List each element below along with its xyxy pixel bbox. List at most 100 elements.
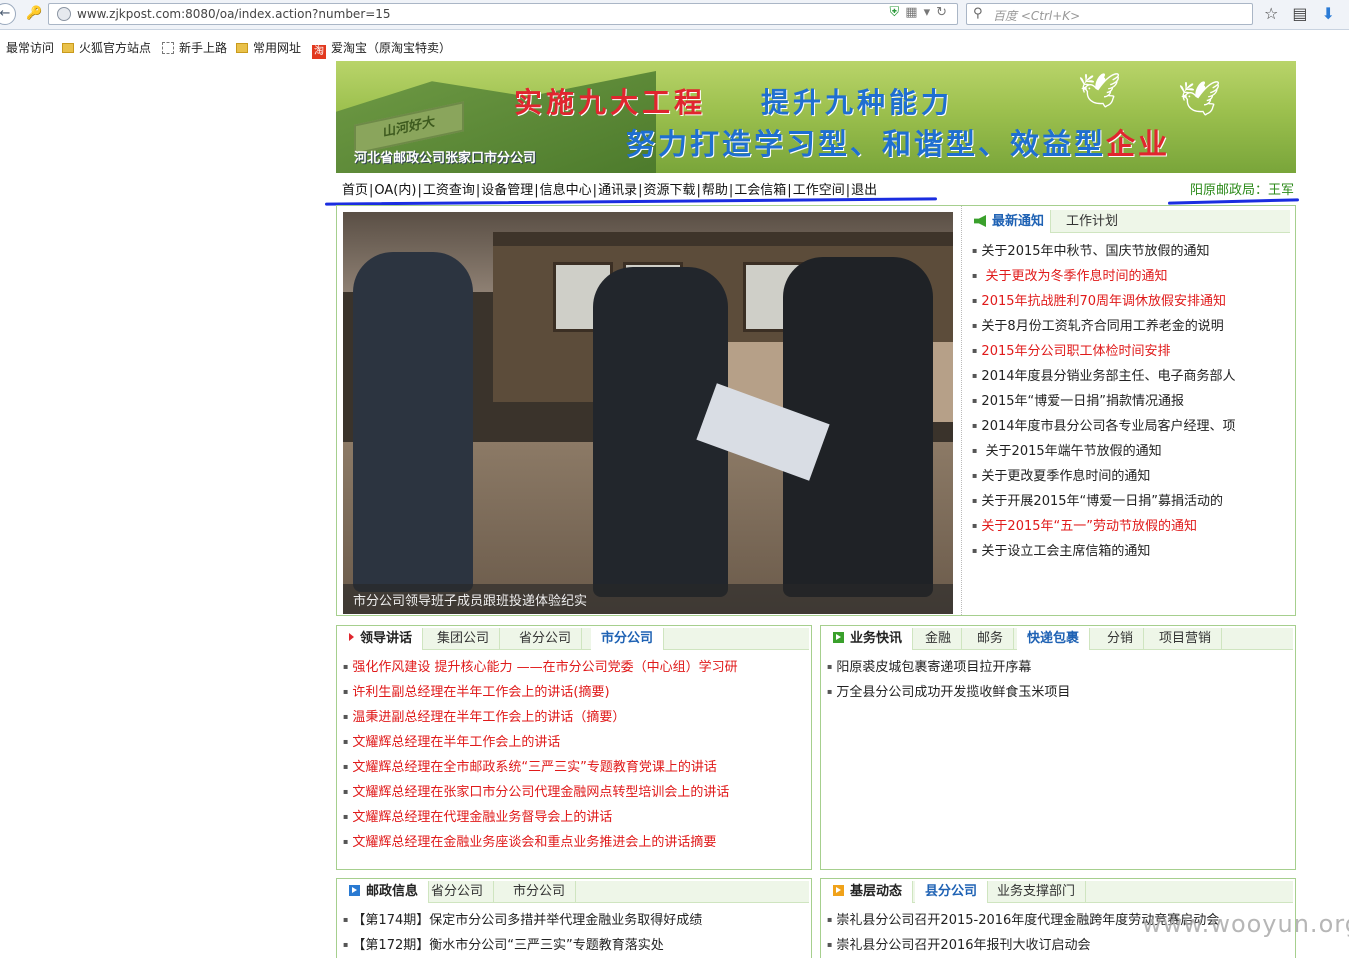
list-item[interactable]: 许利生副总经理在半年工作会上的讲话(摘要): [343, 681, 738, 706]
list-item[interactable]: 【第172期】衡水市分公司“三严三实”专题教育落实处: [343, 934, 702, 959]
tab-province-company[interactable]: 省分公司: [421, 881, 495, 903]
list-item[interactable]: 文耀辉总经理在半年工作会上的讲话: [343, 731, 738, 756]
play-icon: [833, 632, 844, 643]
shield-icon: ⛨: [889, 5, 906, 20]
postal-info-list: 【第174期】保定市分公司多措并举代理金融业务取得好成绩【第172期】衡水市分公…: [343, 909, 702, 959]
postal-info-box: 邮政信息 省分公司 市分公司 【第174期】保定市分公司多措并举代理金融业务取得…: [336, 878, 812, 958]
menu-items: 首页|OA(内)|工资查询|设备管理|信息中心|通讯录|资源下载|帮助|工会信箱…: [341, 179, 878, 198]
notice-item[interactable]: 关于2015年“五一”劳动节放假的通知: [972, 515, 1236, 540]
notice-item[interactable]: 2015年抗战胜利70周年调休放假安排通知: [972, 290, 1236, 315]
menu-item[interactable]: 工会信箱: [734, 183, 786, 198]
list-item[interactable]: 文耀辉总经理在代理金融业务督导会上的讲话: [343, 806, 738, 831]
leader-speech-box: 领导讲话 集团公司 省分公司 市分公司 强化作风建设 提升核心能力 ——在市分公…: [336, 625, 812, 870]
leader-speech-list: 强化作风建设 提升核心能力 ——在市分公司党委（中心组）学习研许利生副总经理在半…: [343, 656, 738, 856]
banner-slogan-1b: 提升九种能力: [761, 86, 954, 119]
notice-item[interactable]: 2015年分公司职工体检时间安排: [972, 340, 1236, 365]
list-item[interactable]: 阳原裘皮城包裹寄递项目拉开序幕: [827, 656, 1070, 681]
tab-postal-info[interactable]: 邮政信息: [339, 881, 430, 903]
tab-project-marketing[interactable]: 项目营销: [1149, 628, 1223, 650]
menu-separator: |: [696, 183, 701, 198]
reading-list-icon: ▤: [1292, 4, 1322, 23]
tab-work-plan[interactable]: 工作计划: [1060, 210, 1124, 233]
menu-item[interactable]: 工作空间: [793, 183, 845, 198]
address-bar[interactable]: www.zjkpost.com:8080/oa/index.action?num…: [48, 3, 958, 25]
search-icon: ⚲: [973, 6, 983, 21]
browser-toolbar: ← 🔑 www.zjkpost.com:8080/oa/index.action…: [0, 0, 1349, 30]
notice-item[interactable]: 关于2015年端午节放假的通知: [972, 440, 1236, 465]
notice-item[interactable]: 关于开展2015年“博爱一日捐”募捐活动的: [972, 490, 1236, 515]
tab-distribution[interactable]: 分销: [1097, 628, 1145, 650]
list-item[interactable]: 温秉进副总经理在半年工作会上的讲话（摘要）: [343, 706, 738, 731]
tab-province-company[interactable]: 省分公司: [509, 628, 583, 650]
tab-leader-speech[interactable]: 领导讲话: [339, 628, 424, 650]
list-item[interactable]: 【第174期】保定市分公司多措并举代理金融业务取得好成绩: [343, 909, 702, 934]
menu-item[interactable]: 首页: [342, 183, 368, 198]
list-item[interactable]: 文耀辉总经理在张家口市分公司代理金融网点转型培训会上的讲话: [343, 781, 738, 806]
bookmark-common-sites[interactable]: 常用网址: [236, 39, 301, 56]
url-text: www.zjkpost.com:8080/oa/index.action?num…: [77, 7, 391, 21]
tab-city-company[interactable]: 市分公司: [591, 628, 665, 650]
menu-separator: |: [534, 183, 539, 198]
menu-item[interactable]: 设备管理: [481, 183, 533, 198]
tab-grassroots[interactable]: 基层动态: [823, 881, 914, 903]
tab-latest-notices[interactable]: 最新通知: [968, 210, 1052, 233]
bookmark-getting-started[interactable]: 新手上路: [162, 39, 227, 56]
address-bar-icons[interactable]: ⛨▦▾↻: [890, 5, 954, 20]
notice-panel: 最新通知 工作计划 关于2015年中秋节、国庆节放假的通知 关于更改为冬季作息时…: [961, 206, 1295, 615]
tab-postal-service[interactable]: 邮务: [967, 628, 1015, 650]
notice-item[interactable]: 2014年度市县分公司各专业局客户经理、项: [972, 415, 1235, 440]
notice-item[interactable]: 关于2015年中秋节、国庆节放假的通知: [972, 240, 1236, 265]
search-placeholder: 百度 <Ctrl+K>: [993, 9, 1081, 23]
play-icon: [833, 885, 844, 896]
page-icon: [162, 42, 174, 54]
menu-item[interactable]: 信息中心: [540, 183, 592, 198]
back-button[interactable]: ←: [0, 3, 16, 25]
business-news-list: 阳原裘皮城包裹寄递项目拉开序幕万全县分公司成功开发揽收鲜食玉米项目: [827, 656, 1070, 706]
featured-photo[interactable]: 市分公司领导班子成员跟班投递体验纪实: [343, 212, 953, 614]
notice-item[interactable]: 2015年“博爱一日捐”捐款情况通报: [972, 390, 1236, 415]
search-box[interactable]: ⚲ 百度 <Ctrl+K>: [966, 3, 1253, 25]
bookmark-firefox-site[interactable]: 火狐官方站点: [62, 39, 151, 56]
globe-icon: [57, 7, 71, 21]
menu-item[interactable]: 资源下载: [643, 183, 695, 198]
list-item[interactable]: 文耀辉总经理在全市邮政系统“三严三实”专题教育党课上的讲话: [343, 756, 738, 781]
business-tabs: 业务快讯 金融 邮务 快递包裹 分销 项目营销: [823, 628, 1293, 650]
tab-county-company[interactable]: 县分公司: [915, 881, 989, 903]
list-item[interactable]: 万全县分公司成功开发揽收鲜食玉米项目: [827, 681, 1070, 706]
menu-separator: |: [369, 183, 374, 198]
triangle-icon: [349, 633, 354, 641]
bookmark-most-visited[interactable]: 最常访问: [6, 39, 54, 56]
menu-item[interactable]: 通讯录: [598, 183, 637, 198]
menu-item[interactable]: 退出: [851, 183, 877, 198]
photo-caption[interactable]: 市分公司领导班子成员跟班投递体验纪实: [343, 584, 953, 614]
star-icon: ☆: [1264, 4, 1293, 23]
menu-item[interactable]: OA(内): [374, 183, 416, 198]
bookmark-taobao[interactable]: 淘爱淘宝（原淘宝特卖）: [312, 39, 451, 59]
folder-icon: [236, 43, 248, 53]
current-user[interactable]: 阳原邮政局：王军: [1190, 179, 1294, 198]
tab-express-parcel[interactable]: 快递包裹: [1017, 628, 1091, 650]
list-item[interactable]: 强化作风建设 提升核心能力 ——在市分公司党委（中心组）学习研: [343, 656, 737, 681]
tab-finance[interactable]: 金融: [915, 628, 963, 650]
postal-tabs: 邮政信息 省分公司 市分公司: [339, 881, 809, 903]
notice-item[interactable]: 关于更改夏季作息时间的通知: [972, 465, 1236, 490]
menu-item[interactable]: 帮助: [702, 183, 728, 198]
tab-support-dept[interactable]: 业务支撑部门: [987, 881, 1087, 903]
notice-item[interactable]: 关于设立工会主席信箱的通知: [972, 540, 1236, 565]
menu-item[interactable]: 工资查询: [423, 183, 475, 198]
watermark: www.wooyun.org: [1142, 910, 1349, 938]
notice-item[interactable]: 2014年度县分销业务部主任、电子商务部人: [972, 365, 1235, 390]
notice-tabs: 最新通知 工作计划: [968, 210, 1290, 233]
notice-item[interactable]: 关于8月份工资轧齐合同用工养老金的说明: [972, 315, 1236, 340]
notice-item[interactable]: 关于更改为冬季作息时间的通知: [972, 265, 1236, 290]
company-name: 河北省邮政公司张家口市分公司: [354, 151, 537, 166]
key-icon: 🔑: [26, 6, 43, 21]
list-item[interactable]: 文耀辉总经理在金融业务座谈会和重点业务推进会上的讲话摘要: [343, 831, 738, 856]
menu-separator: |: [592, 183, 598, 198]
tab-business-news[interactable]: 业务快讯: [823, 628, 914, 650]
dove-icon: 🕊: [1078, 71, 1122, 111]
tab-city-company[interactable]: 市分公司: [503, 881, 577, 903]
toolbar-icons[interactable]: ☆▤⬇: [1264, 4, 1349, 23]
banner-slogan-1a: 实施九大工程: [514, 86, 707, 119]
tab-group-company[interactable]: 集团公司: [427, 628, 501, 650]
